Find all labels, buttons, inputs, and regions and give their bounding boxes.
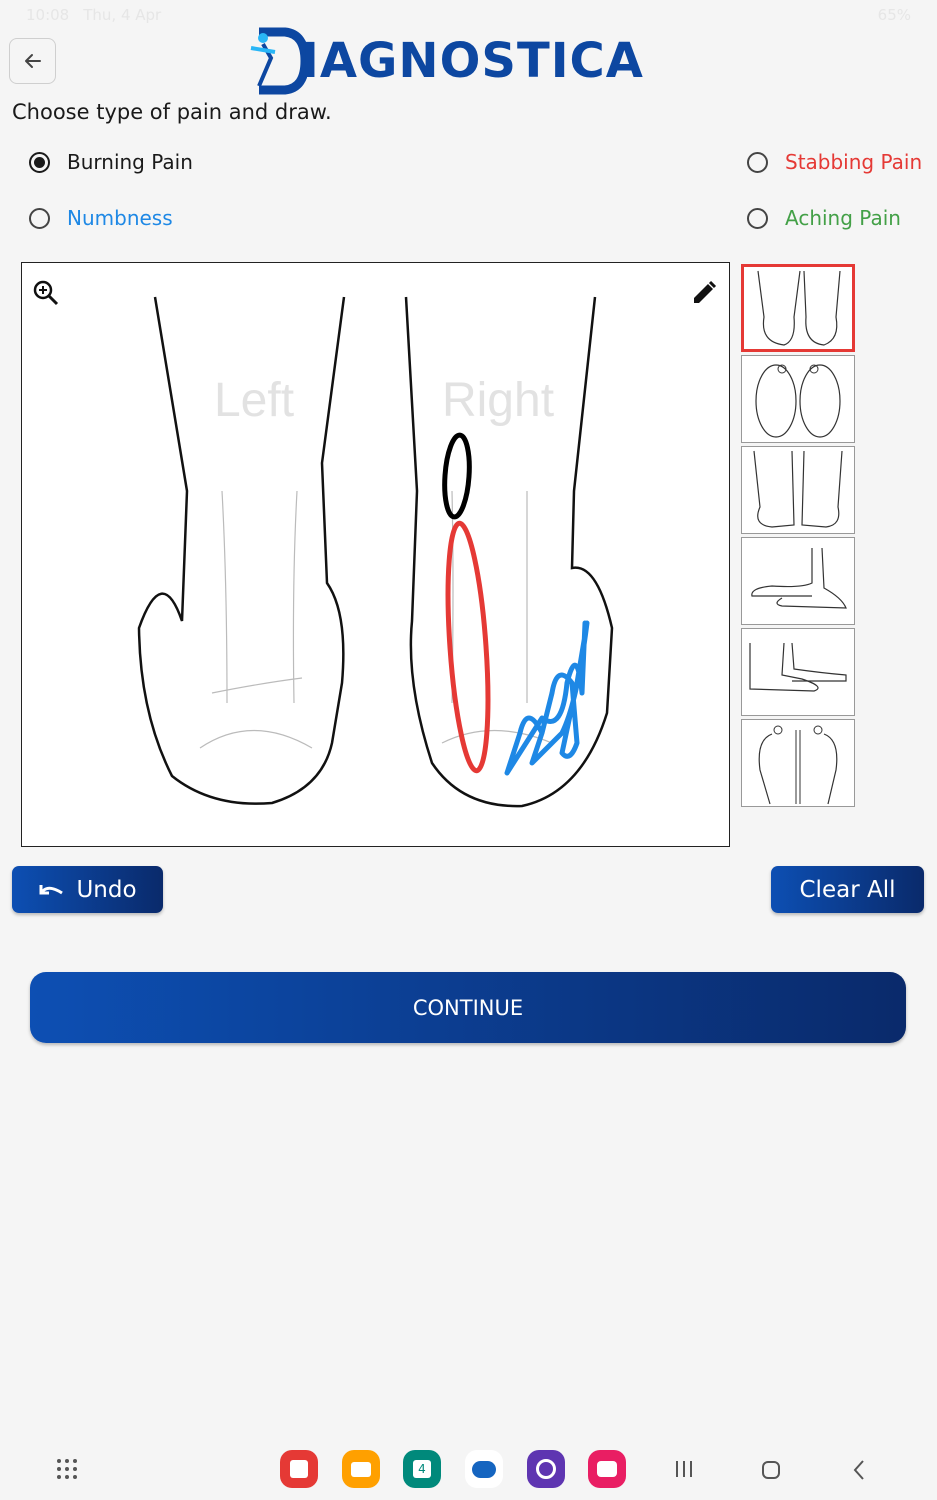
thumbnail-soles[interactable] (741, 355, 855, 443)
undo-label: Undo (76, 876, 137, 903)
back-button[interactable] (9, 38, 56, 84)
app-files-icon[interactable] (342, 1450, 380, 1488)
zoom-in-icon[interactable] (32, 279, 60, 307)
radio-label: Numbness (67, 206, 173, 230)
system-nav-bar: 4 (0, 1440, 937, 1500)
radio-numbness[interactable]: Numbness (29, 206, 173, 230)
radio-label: Stabbing Pain (785, 150, 923, 174)
view-thumbnails (741, 264, 855, 810)
thumbnail-top-down[interactable] (741, 719, 855, 807)
pencil-icon[interactable] (690, 279, 718, 307)
radio-selected-icon (29, 151, 50, 173)
instruction-text: Choose type of pain and draw. (12, 100, 332, 124)
undo-icon (39, 884, 64, 894)
radio-label: Burning Pain (67, 150, 193, 174)
back-nav-icon[interactable] (851, 1459, 867, 1485)
apps-grid-icon[interactable] (56, 1458, 78, 1484)
thumbnail-back-heels[interactable] (741, 264, 855, 352)
app-camera-icon[interactable] (588, 1450, 626, 1488)
clear-all-label: Clear All (799, 876, 896, 903)
status-time: 10:08 (26, 6, 70, 24)
app-logo: IAGNOSTICA (245, 26, 644, 96)
left-foot-label: Left (214, 374, 294, 427)
thumbnail-front-top[interactable] (741, 446, 855, 534)
left-foot-drawing (137, 296, 346, 805)
status-battery: 65% (877, 6, 911, 24)
continue-button[interactable]: CONTINUE (30, 972, 906, 1043)
radio-unselected-icon (747, 207, 768, 229)
radio-unselected-icon (29, 207, 50, 229)
app-messages-icon[interactable] (465, 1450, 503, 1488)
logo-mark-icon (250, 27, 307, 95)
radio-unselected-icon (747, 151, 768, 173)
app-notes-icon[interactable] (280, 1450, 318, 1488)
arrow-left-icon (24, 54, 41, 68)
logo-text: IAGNOSTICA (301, 33, 644, 89)
thumbnail-side-inner[interactable] (741, 537, 855, 625)
app-calendar-icon[interactable]: 4 (403, 1450, 441, 1488)
clear-all-button[interactable]: Clear All (771, 866, 924, 913)
drawing-canvas[interactable]: Left Right (21, 262, 730, 847)
radio-burning-pain[interactable]: Burning Pain (29, 150, 193, 174)
radio-aching-pain[interactable]: Aching Pain (747, 206, 901, 230)
continue-label: CONTINUE (412, 995, 524, 1020)
right-foot-label: Right (442, 374, 554, 427)
radio-label: Aching Pain (785, 206, 901, 230)
thumbnail-side-outer[interactable] (741, 628, 855, 716)
radio-stabbing-pain[interactable]: Stabbing Pain (747, 150, 922, 174)
undo-button[interactable]: Undo (12, 866, 163, 913)
recents-icon[interactable] (674, 1460, 694, 1482)
status-date: Thu, 4 Apr (83, 6, 162, 24)
app-browser-icon[interactable] (527, 1450, 565, 1488)
home-icon[interactable] (761, 1460, 781, 1484)
